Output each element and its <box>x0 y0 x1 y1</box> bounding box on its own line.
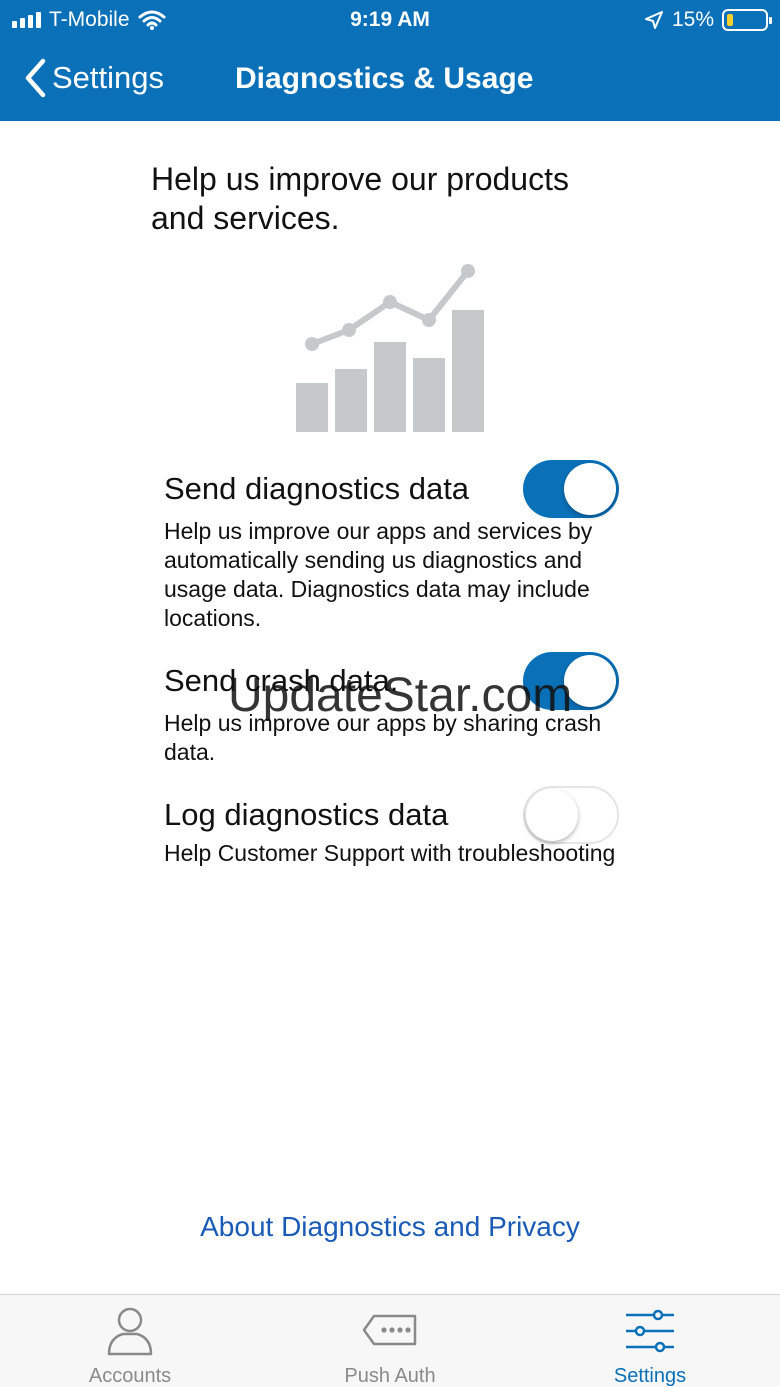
password-tag-icon <box>362 1314 417 1346</box>
about-diagnostics-link[interactable]: About Diagnostics and Privacy <box>0 1211 780 1243</box>
tab-settings[interactable]: Settings <box>520 1295 780 1387</box>
navigation-bar: Settings Diagnostics & Usage <box>0 40 780 121</box>
tab-push-auth[interactable]: Push Auth <box>260 1295 520 1387</box>
tab-bar: Accounts Push Auth Settings <box>0 1294 780 1387</box>
status-bar: T-Mobile 9:19 AM 15% <box>0 0 780 40</box>
log-diagnostics-toggle[interactable] <box>523 786 619 844</box>
toggle-knob <box>526 789 578 841</box>
battery-fill <box>727 14 733 26</box>
status-right: 15% <box>644 8 772 32</box>
setting-description: Help Customer Support with troubleshooti… <box>164 840 616 866</box>
tab-label: Push Auth <box>344 1365 436 1387</box>
back-button-label: Settings <box>52 60 165 95</box>
location-arrow-icon <box>644 11 663 29</box>
tab-label: Settings <box>613 1365 687 1387</box>
battery-icon <box>722 9 772 31</box>
toggle-knob <box>564 655 616 707</box>
send-diagnostics-toggle[interactable] <box>523 460 619 518</box>
toggle-knob <box>564 463 616 515</box>
setting-description: Help us improve our apps and services by… <box>164 518 593 631</box>
chevron-left-icon <box>25 58 46 98</box>
send-crash-data-toggle[interactable] <box>523 652 619 710</box>
tab-accounts[interactable]: Accounts <box>0 1295 260 1387</box>
sliders-icon <box>626 1309 674 1353</box>
page-title: Diagnostics & Usage <box>235 62 534 95</box>
battery-percent: 15% <box>671 8 714 31</box>
setting-description: Help us improve our apps by sharing cras… <box>164 710 602 765</box>
person-icon <box>107 1307 153 1356</box>
intro-text: Help us improve our products and service… <box>151 161 569 236</box>
chart-illustration-icon <box>296 264 484 432</box>
tab-label: Accounts <box>88 1365 172 1387</box>
header: T-Mobile 9:19 AM 15% Settings Diagnostic… <box>0 0 780 121</box>
back-button[interactable]: Settings <box>24 58 164 98</box>
